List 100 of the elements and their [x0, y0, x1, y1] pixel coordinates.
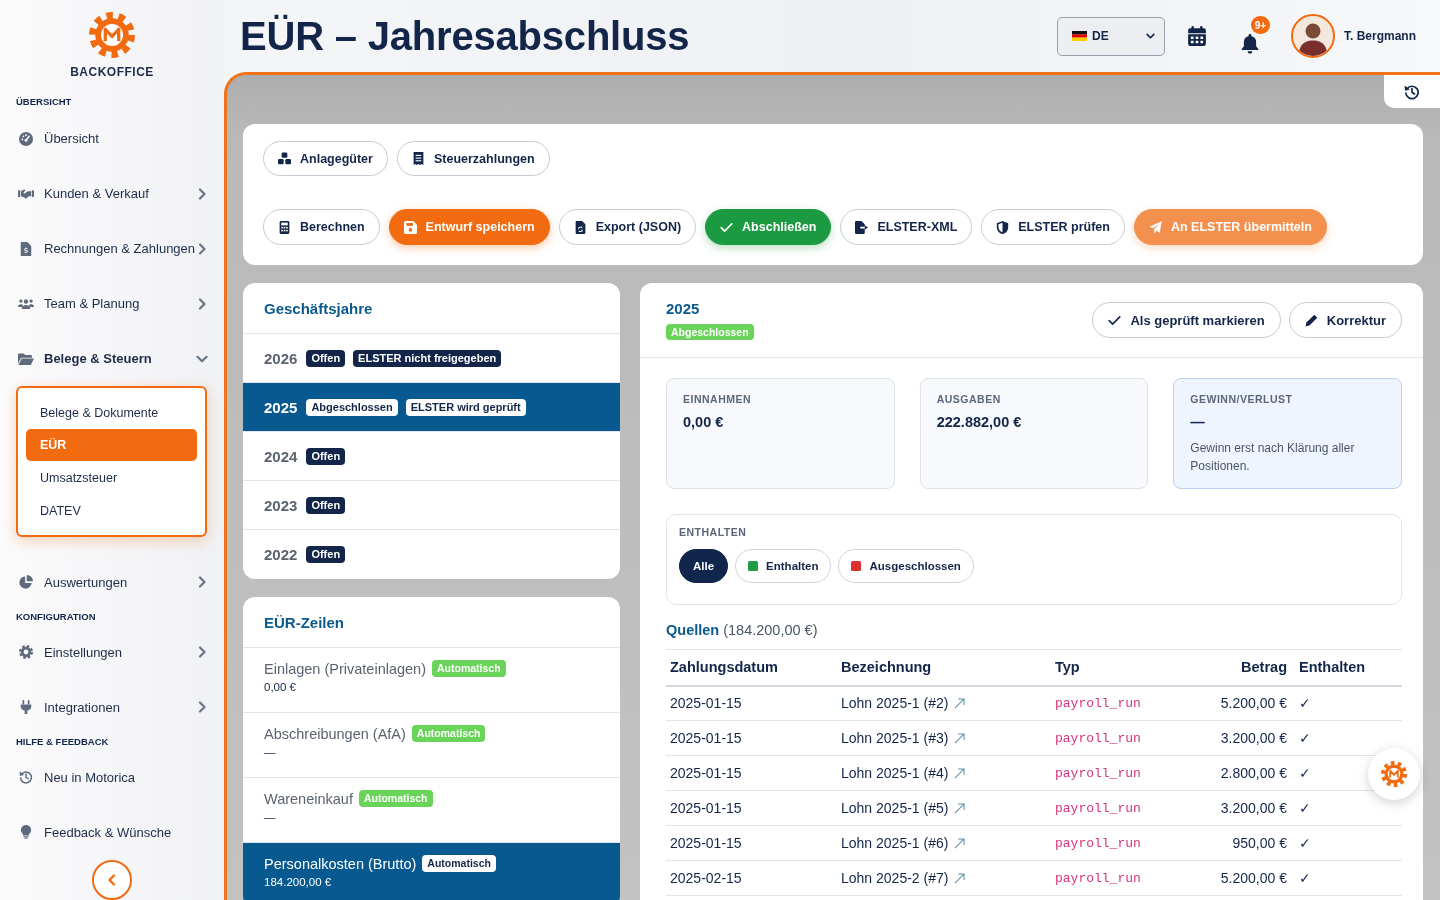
year-label: 2023 — [264, 496, 298, 514]
table-cell: ✓ — [1291, 825, 1402, 861]
auto-badge: Automatisch — [358, 790, 433, 807]
payroll-link[interactable]: Lohn 2025-1 (#3) — [841, 730, 966, 746]
line-amount: 0,00 € — [264, 681, 297, 693]
action-button[interactable]: ELSTER prüfen — [981, 209, 1125, 245]
year-label: 2024 — [264, 447, 298, 465]
stat-label: EINNAHMEN — [683, 392, 753, 406]
check-icon — [1108, 313, 1122, 327]
history-icon — [1404, 83, 1420, 100]
filter-label: ENTHALTEN — [679, 525, 748, 539]
table-cell: 2.800,00 € — [1169, 755, 1291, 791]
year-title: 2025 — [666, 300, 700, 318]
action-button[interactable]: Als geprüft markieren — [1092, 302, 1281, 338]
nav-item[interactable]: Übersicht — [0, 121, 224, 157]
status-badge: Abgeschlossen — [306, 398, 398, 416]
action-button[interactable]: ELSTER-XML — [840, 209, 973, 245]
sub-nav-item[interactable]: DATEV — [26, 494, 197, 528]
payroll-link[interactable]: Lohn 2025-1 (#6) — [841, 835, 966, 851]
history-button[interactable] — [1384, 75, 1440, 108]
card-title: EÜR-Zeilen — [264, 613, 344, 631]
invoice-icon — [18, 241, 34, 256]
payroll-link[interactable]: Lohn 2025-2 (#7) — [841, 870, 966, 886]
external-link-icon — [954, 767, 966, 779]
action-button[interactable]: Berechnen — [263, 209, 380, 245]
status-badge: Offen — [306, 447, 346, 465]
table-cell: 2025-01-15 — [666, 755, 837, 791]
sub-nav-item[interactable]: Belege & Dokumente — [26, 396, 197, 430]
calendar-icon — [1188, 26, 1206, 46]
external-link-icon — [954, 837, 966, 849]
sub-nav-item[interactable]: Umsatzsteuer — [26, 461, 197, 495]
nav-item[interactable]: Team & Planung — [0, 286, 224, 322]
table-cell: 3.200,00 € — [1169, 720, 1291, 756]
logo-icon — [89, 12, 135, 58]
nav-item[interactable]: Auswertungen — [0, 564, 224, 600]
nav-item[interactable]: Rechnungen & Zahlungen — [0, 231, 224, 267]
fiscal-year-row[interactable]: 2025 Abgeschlossen ELSTER wird geprüft — [243, 383, 620, 432]
auto-badge: Automatisch — [411, 725, 486, 742]
payroll-link[interactable]: Lohn 2025-1 (#2) — [841, 695, 966, 712]
table-cell: payroll_run — [1051, 685, 1169, 721]
status-badge: Offen — [306, 496, 346, 514]
brand-name: BACKOFFICE — [70, 65, 154, 79]
euer-line-row[interactable]: Einlagen (Privateinlagen) Automatisch 0,00 € — [243, 648, 620, 713]
status-badge: Offen — [306, 546, 346, 563]
column-header: Typ — [1051, 649, 1169, 686]
calculator-icon — [278, 220, 291, 234]
file-icon — [573, 220, 587, 234]
table-cell: ✓ — [1291, 685, 1402, 721]
auto-badge: Automatisch — [422, 855, 496, 872]
section-heading: HILFE & FEEDBACK — [15, 734, 109, 749]
table-cell: 3.200,00 € — [1169, 790, 1291, 826]
chevron-down-icon — [1146, 33, 1155, 39]
year-label: 2025 — [264, 398, 298, 416]
nav-item[interactable]: Belege & Steuern — [0, 341, 224, 377]
language-select[interactable]: DE — [1057, 16, 1165, 56]
flag-icon — [1072, 31, 1087, 41]
filter-chip[interactable]: Ausgeschlossen — [838, 549, 974, 583]
fiscal-year-row[interactable]: 2022 Offen — [243, 530, 620, 579]
table-cell: 2025-01-15 — [666, 685, 837, 721]
lightbulb-icon — [18, 825, 34, 840]
action-button[interactable]: Steuerzahlungen — [396, 141, 550, 176]
collapse-sidebar-button[interactable] — [92, 859, 132, 900]
nav-item[interactable]: Kunden & Verkauf — [0, 176, 224, 212]
action-button[interactable]: Anlagegüter — [263, 141, 388, 176]
table-cell: ✓ — [1291, 860, 1402, 896]
nav-item[interactable]: Einstellungen — [0, 634, 224, 670]
payroll-link[interactable]: Lohn 2025-1 (#5) — [841, 800, 966, 816]
receipt-icon — [411, 152, 425, 165]
table-cell: 5.200,00 € — [1169, 685, 1291, 721]
table-cell: 5.200,00 € — [1169, 860, 1291, 896]
line-label: Abschreibungen (AfA) — [264, 725, 406, 742]
euer-line-row[interactable]: Personalkosten (Brutto) Automatisch 184.200,00 € — [243, 843, 620, 900]
action-button[interactable]: Abschließen — [705, 209, 832, 245]
nav-item[interactable]: Feedback & Wünsche — [0, 814, 224, 850]
column-header: Bezeichnung — [837, 649, 1051, 686]
user-menu[interactable]: T. Bergmann — [1291, 14, 1416, 58]
fiscal-year-row[interactable]: 2024 Offen — [243, 432, 620, 481]
sources-title: Quellen — [666, 622, 720, 638]
filter-chip[interactable]: Alle — [679, 549, 729, 583]
section-heading: KONFIGURATION — [15, 609, 96, 624]
action-button[interactable]: Export (JSON) — [558, 209, 697, 245]
stat-label: AUSGABEN — [936, 392, 1002, 406]
page-title: EÜR – Jahresabschluss — [240, 13, 690, 59]
line-amount: — — [264, 746, 277, 758]
sources-total: (184.200,00 €) — [723, 622, 818, 638]
section-heading: ÜBERSICHT — [15, 95, 72, 109]
filter-chip[interactable]: Enthalten — [735, 549, 832, 583]
save-icon — [403, 220, 417, 234]
nav-item[interactable]: Neu in Motorica — [0, 759, 224, 795]
nav-item[interactable]: Integrationen — [0, 689, 224, 725]
fiscal-year-row[interactable]: 2023 Offen — [243, 481, 620, 530]
payroll-link[interactable]: Lohn 2025-1 (#4) — [841, 765, 966, 781]
year-label: 2022 — [264, 546, 298, 563]
table-cell: 2025-02-15 — [666, 860, 837, 896]
logo-icon — [1381, 761, 1407, 787]
action-button[interactable]: Korrektur — [1288, 302, 1402, 338]
paper-plane-icon — [1148, 220, 1162, 234]
bell-icon — [1241, 34, 1259, 54]
euer-line-row[interactable]: Abschreibungen (AfA) Automatisch — — [243, 713, 620, 778]
table-cell: 2025-01-15 — [666, 790, 837, 826]
